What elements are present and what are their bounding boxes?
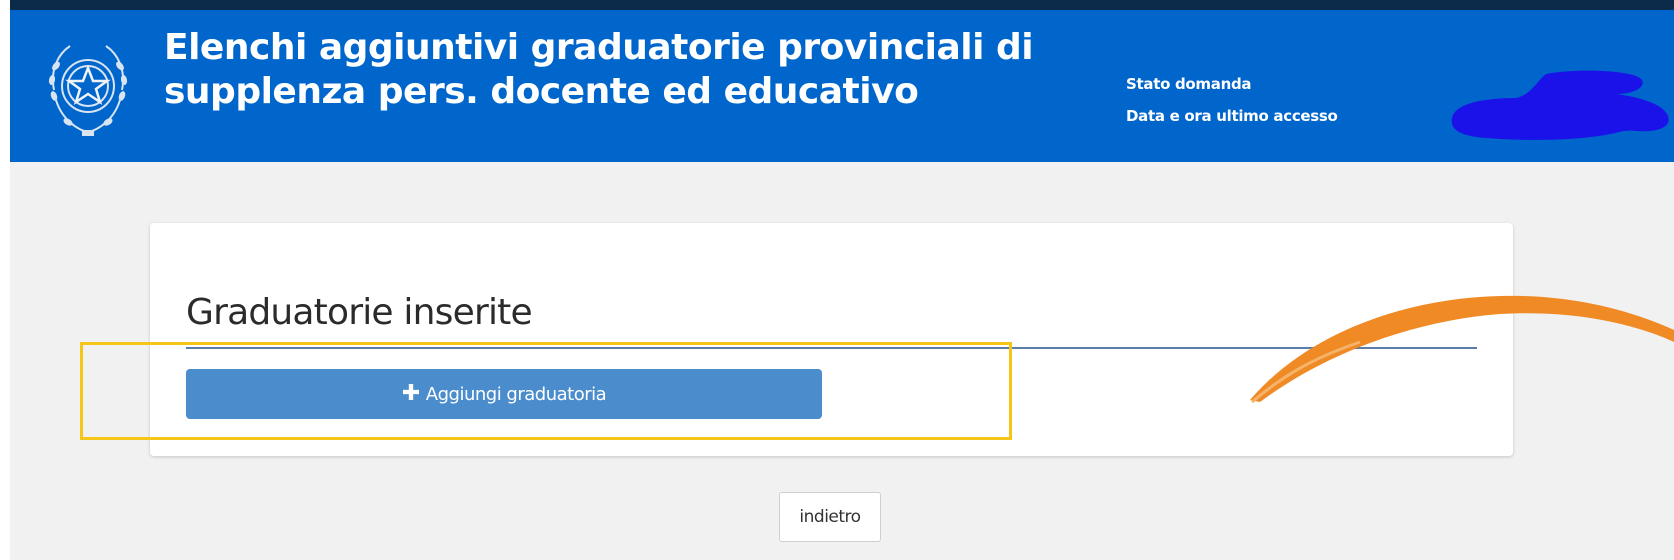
status-info: Stato domanda Data e ora ultimo accesso bbox=[1126, 68, 1338, 132]
title-divider bbox=[186, 347, 1477, 349]
page: Elenchi aggiuntivi graduatorie provincia… bbox=[0, 0, 1674, 560]
app-title-line1: Elenchi aggiuntivi graduatorie provincia… bbox=[164, 27, 1034, 68]
add-graduatoria-label: Aggiungi graduatoria bbox=[425, 383, 607, 405]
plus-icon: ✚ bbox=[401, 381, 420, 406]
last-access-label: Data e ora ultimo accesso bbox=[1126, 107, 1338, 125]
back-button[interactable]: indietro bbox=[779, 492, 881, 542]
italian-republic-emblem-icon bbox=[48, 45, 128, 136]
top-strip bbox=[10, 0, 1674, 10]
app-header: Elenchi aggiuntivi graduatorie provincia… bbox=[10, 10, 1674, 162]
add-graduatoria-button[interactable]: ✚ Aggiungi graduatoria bbox=[186, 369, 822, 419]
app-title: Elenchi aggiuntivi graduatorie provincia… bbox=[164, 26, 1044, 114]
app-title-line2: supplenza pers. docente ed educativo bbox=[164, 71, 919, 112]
card-title: Graduatorie inserite bbox=[186, 292, 533, 333]
status-label: Stato domanda bbox=[1126, 75, 1252, 93]
redaction-scribble bbox=[1451, 70, 1669, 140]
graduatorie-card: Graduatorie inserite ✚ Aggiungi graduato… bbox=[150, 223, 1513, 456]
left-margin bbox=[0, 0, 10, 560]
